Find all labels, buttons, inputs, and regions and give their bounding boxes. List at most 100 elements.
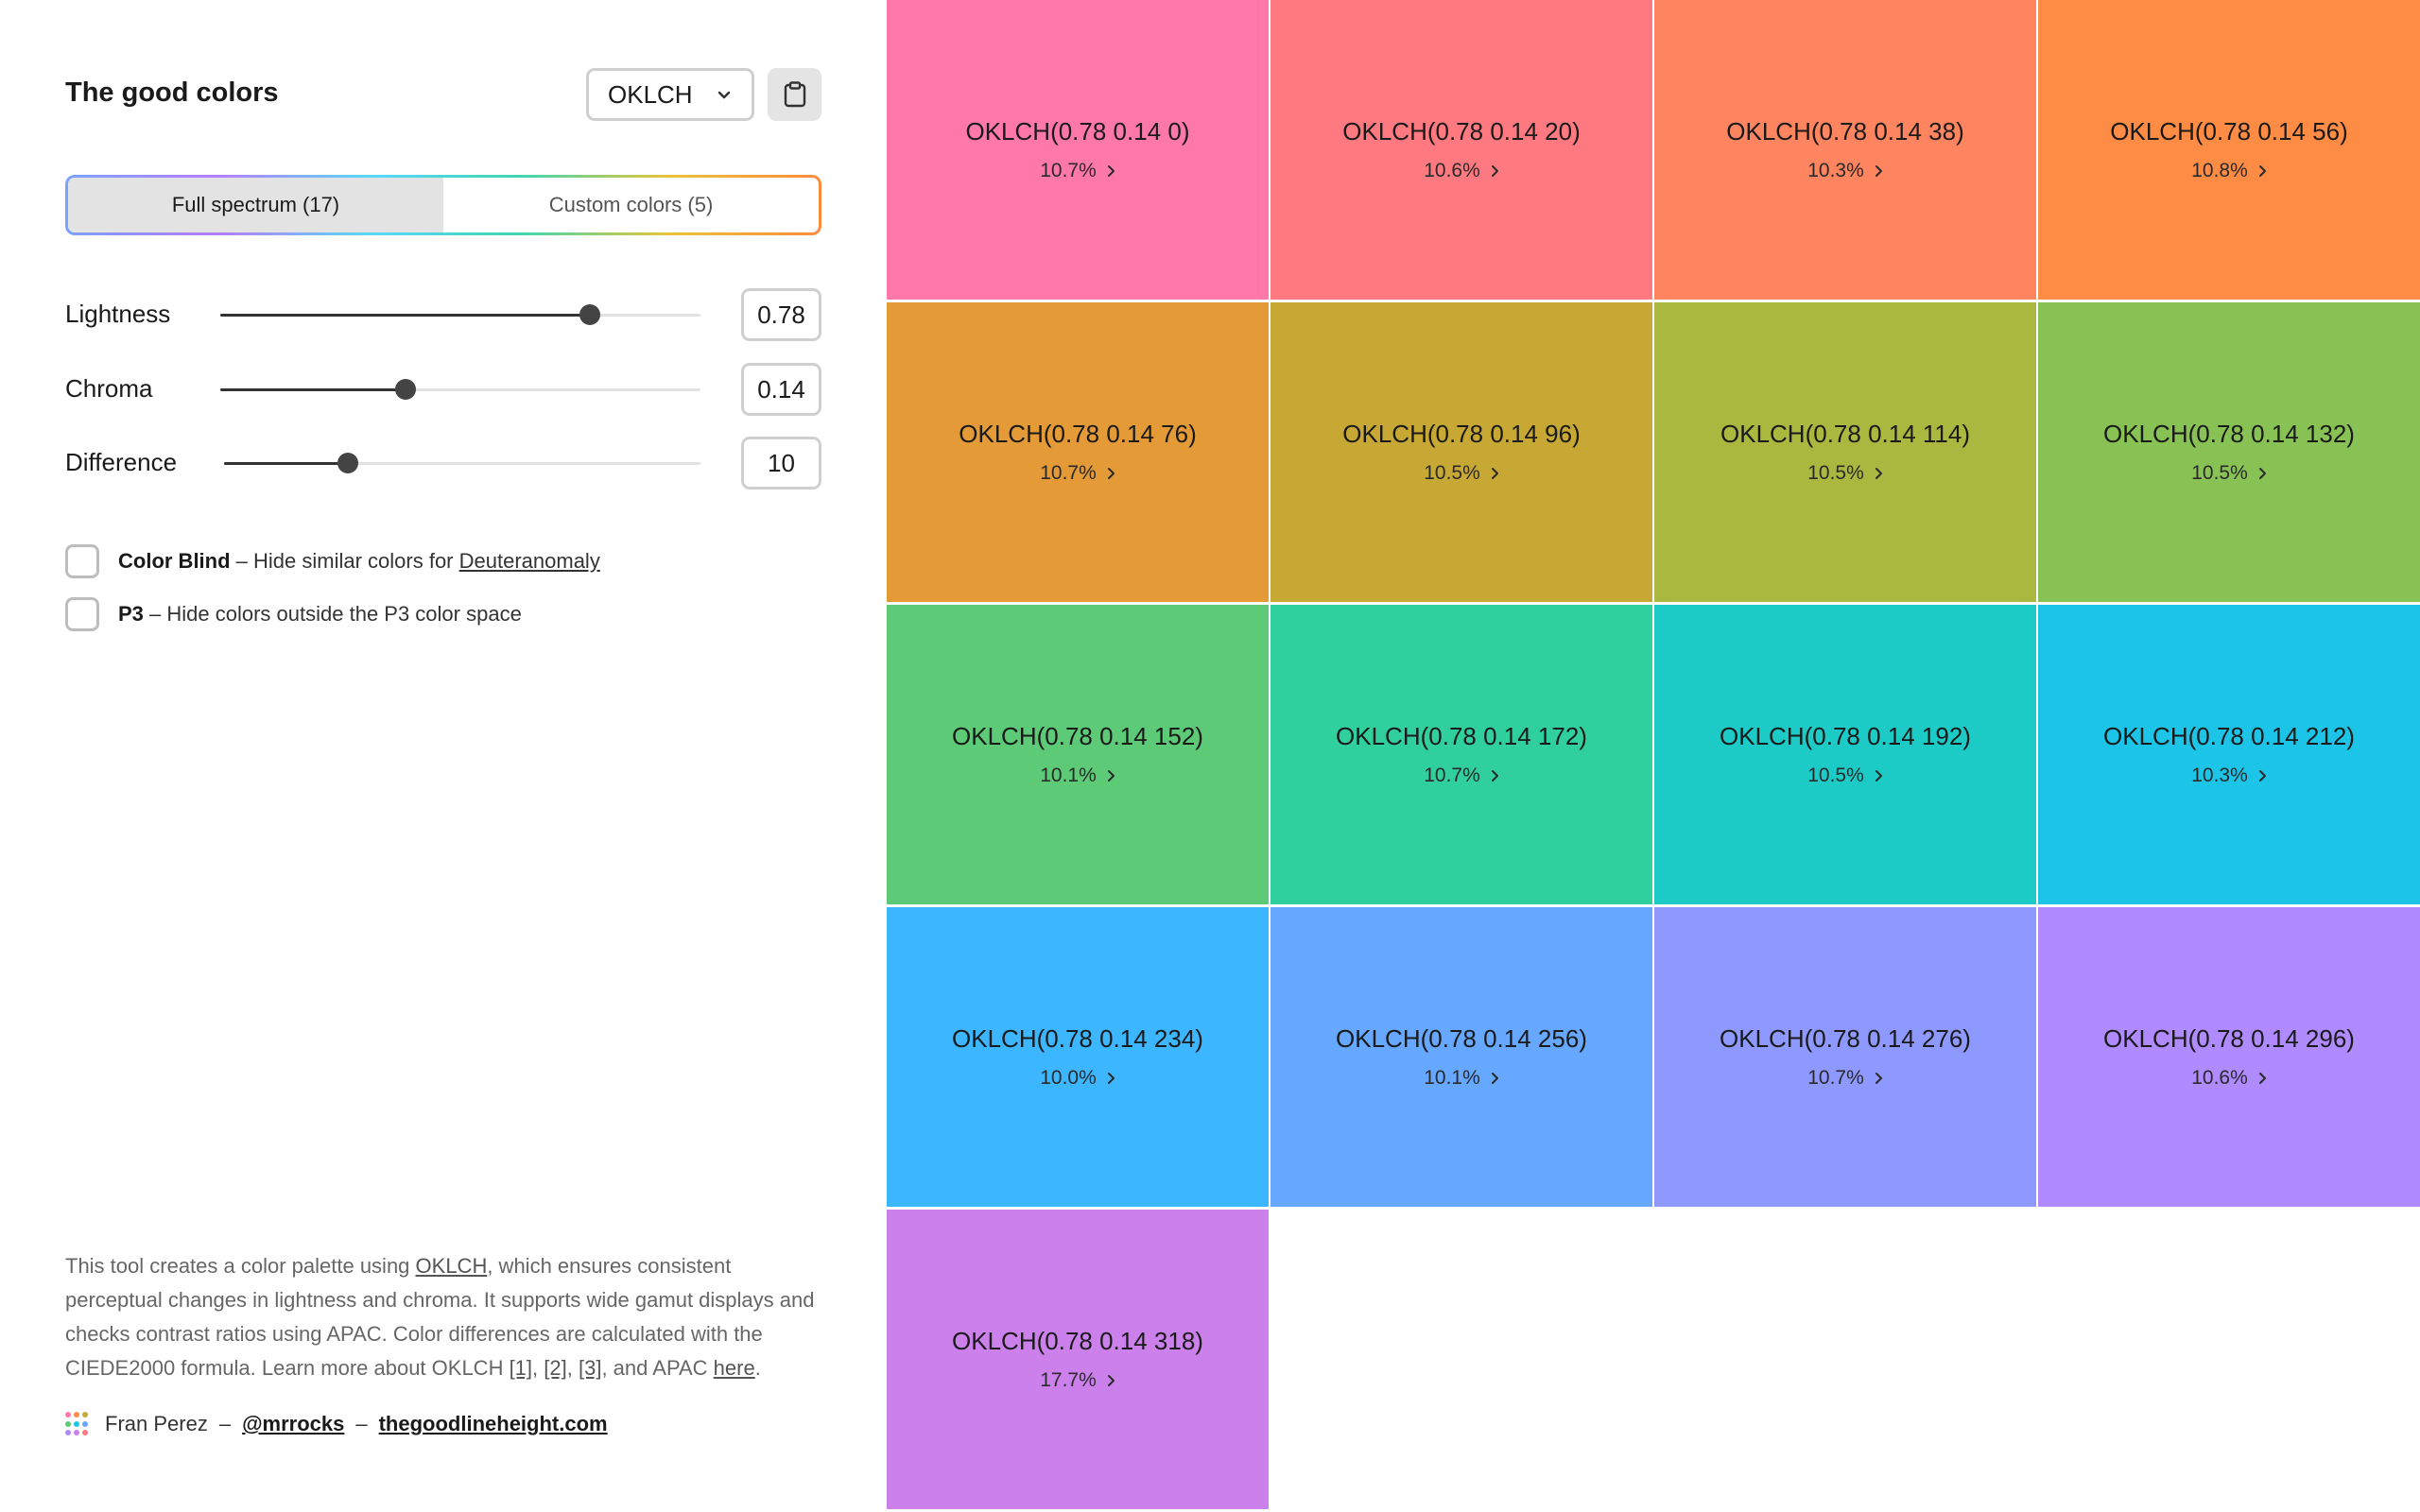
color-blind-checkbox[interactable]: [65, 544, 99, 578]
swatch-contrast-value: 10.6%: [1424, 160, 1480, 181]
oklch-link[interactable]: OKLCH: [416, 1254, 488, 1278]
difference-slider-fill: [224, 462, 349, 465]
swatch-contrast-link[interactable]: 10.7%: [1807, 1067, 1883, 1090]
color-swatch[interactable]: OKLCH(0.78 0.14 256) 10.1%: [1270, 907, 1652, 1207]
twitter-handle-link[interactable]: @mrrocks: [242, 1412, 344, 1436]
difference-slider[interactable]: [224, 453, 700, 473]
swatch-color-value[interactable]: OKLCH(0.78 0.14 296): [2103, 1024, 2355, 1054]
swatch-contrast-value: 10.7%: [1807, 1067, 1864, 1089]
swatch-color-value[interactable]: OKLCH(0.78 0.14 318): [952, 1327, 1203, 1356]
color-swatch[interactable]: OKLCH(0.78 0.14 20) 10.6%: [1270, 0, 1652, 300]
swatch-color-value[interactable]: OKLCH(0.78 0.14 114): [1720, 420, 1970, 449]
color-swatch[interactable]: OKLCH(0.78 0.14 96) 10.5%: [1270, 302, 1652, 602]
swatch-contrast-link[interactable]: 10.6%: [2191, 1067, 2267, 1090]
chevron-right-icon: [2258, 468, 2266, 479]
color-swatch[interactable]: OKLCH(0.78 0.14 152) 10.1%: [887, 605, 1269, 904]
chevron-right-icon: [1107, 165, 1115, 177]
swatch-color-value[interactable]: OKLCH(0.78 0.14 132): [2103, 420, 2355, 449]
reference-link-1[interactable]: [1]: [510, 1356, 532, 1380]
palette-dots-icon: [65, 1412, 90, 1436]
color-swatch[interactable]: OKLCH(0.78 0.14 132) 10.5%: [2038, 302, 2420, 602]
swatch-color-value[interactable]: OKLCH(0.78 0.14 256): [1336, 1024, 1587, 1054]
chevron-right-icon: [1491, 468, 1498, 479]
chroma-slider-thumb[interactable]: [394, 379, 416, 400]
swatch-contrast-value: 10.5%: [1807, 462, 1864, 484]
color-swatch[interactable]: OKLCH(0.78 0.14 172) 10.7%: [1270, 605, 1652, 904]
palette-tabs-inner: Full spectrum (17) Custom colors (5): [68, 178, 819, 232]
color-swatch[interactable]: OKLCH(0.78 0.14 318) 17.7%: [887, 1210, 1269, 1509]
swatch-contrast-link[interactable]: 10.7%: [1040, 160, 1115, 182]
swatch-contrast-link[interactable]: 10.1%: [1040, 765, 1115, 787]
swatch-color-value[interactable]: OKLCH(0.78 0.14 76): [959, 420, 1196, 449]
deuteranomaly-link[interactable]: Deuteranomaly: [459, 549, 600, 573]
swatch-color-value[interactable]: OKLCH(0.78 0.14 56): [2110, 117, 2347, 146]
p3-checkbox[interactable]: [65, 597, 99, 631]
reference-link-2[interactable]: [2]: [544, 1356, 566, 1380]
color-swatch[interactable]: OKLCH(0.78 0.14 114) 10.5%: [1654, 302, 2036, 602]
swatch-color-value[interactable]: OKLCH(0.78 0.14 38): [1726, 117, 1963, 146]
swatch-color-value[interactable]: OKLCH(0.78 0.14 234): [952, 1024, 1203, 1054]
color-swatch[interactable]: OKLCH(0.78 0.14 76) 10.7%: [887, 302, 1269, 602]
chevron-right-icon: [1107, 1073, 1115, 1084]
copy-palette-button[interactable]: [768, 68, 821, 121]
website-link[interactable]: thegoodlineheight.com: [379, 1412, 608, 1436]
chroma-input[interactable]: 0.14: [741, 363, 821, 416]
swatch-contrast-link[interactable]: 10.7%: [1424, 765, 1499, 787]
apac-link[interactable]: here: [714, 1356, 755, 1380]
lightness-control: Lightness 0.78: [65, 288, 821, 343]
swatch-contrast-link[interactable]: 17.7%: [1040, 1369, 1115, 1392]
swatch-contrast-link[interactable]: 10.5%: [1424, 462, 1499, 485]
color-swatch[interactable]: OKLCH(0.78 0.14 38) 10.3%: [1654, 0, 2036, 300]
lightness-slider-thumb[interactable]: [579, 304, 601, 325]
difference-slider-thumb[interactable]: [337, 453, 359, 473]
swatch-contrast-value: 10.7%: [1040, 462, 1097, 484]
chevron-down-icon: [717, 91, 731, 99]
lightness-input[interactable]: 0.78: [741, 288, 821, 341]
swatch-contrast-link[interactable]: 10.3%: [1807, 160, 1883, 182]
chevron-right-icon: [1491, 770, 1498, 782]
credits-separator: –: [218, 1412, 232, 1435]
swatch-color-value[interactable]: OKLCH(0.78 0.14 96): [1342, 420, 1580, 449]
swatch-color-value[interactable]: OKLCH(0.78 0.14 212): [2103, 722, 2355, 751]
swatch-contrast-link[interactable]: 10.8%: [2191, 160, 2267, 182]
swatch-contrast-link[interactable]: 10.5%: [2191, 462, 2267, 485]
difference-label: Difference: [65, 448, 178, 476]
swatch-contrast-value: 10.5%: [1807, 765, 1864, 786]
swatch-contrast-link[interactable]: 10.6%: [1424, 160, 1499, 182]
swatch-contrast-link[interactable]: 10.0%: [1040, 1067, 1115, 1090]
swatch-contrast-link[interactable]: 10.5%: [1807, 462, 1883, 485]
color-format-select[interactable]: OKLCH: [586, 68, 754, 121]
palette-tabs: Full spectrum (17) Custom colors (5): [65, 175, 821, 235]
reference-link-3[interactable]: [3]: [579, 1356, 601, 1380]
swatch-contrast-link[interactable]: 10.5%: [1807, 765, 1883, 787]
color-swatch[interactable]: OKLCH(0.78 0.14 276) 10.7%: [1654, 907, 2036, 1207]
difference-input[interactable]: 10: [741, 437, 821, 490]
color-blind-text: Color Blind – Hide similar colors for De…: [118, 549, 600, 574]
swatch-color-value[interactable]: OKLCH(0.78 0.14 172): [1336, 722, 1587, 751]
swatch-color-value[interactable]: OKLCH(0.78 0.14 0): [965, 117, 1189, 146]
color-swatch[interactable]: OKLCH(0.78 0.14 296) 10.6%: [2038, 907, 2420, 1207]
color-swatch[interactable]: OKLCH(0.78 0.14 192) 10.5%: [1654, 605, 2036, 904]
tab-custom-colors[interactable]: Custom colors (5): [443, 178, 819, 232]
color-swatch[interactable]: OKLCH(0.78 0.14 212) 10.3%: [2038, 605, 2420, 904]
color-swatch[interactable]: OKLCH(0.78 0.14 0) 10.7%: [887, 0, 1269, 300]
color-swatch[interactable]: OKLCH(0.78 0.14 56) 10.8%: [2038, 0, 2420, 300]
swatch-contrast-value: 10.1%: [1040, 765, 1097, 786]
swatch-contrast-link[interactable]: 10.7%: [1040, 462, 1115, 485]
swatch-contrast-value: 10.3%: [2191, 765, 2248, 786]
lightness-slider[interactable]: [220, 304, 700, 325]
chevron-right-icon: [1875, 468, 1882, 479]
swatch-color-value[interactable]: OKLCH(0.78 0.14 20): [1342, 117, 1580, 146]
swatch-color-value[interactable]: OKLCH(0.78 0.14 192): [1720, 722, 1971, 751]
color-swatch[interactable]: OKLCH(0.78 0.14 234) 10.0%: [887, 907, 1269, 1207]
app-title: The good colors: [65, 77, 279, 108]
swatch-contrast-link[interactable]: 10.1%: [1424, 1067, 1499, 1090]
chevron-right-icon: [2258, 770, 2266, 782]
chevron-right-icon: [1107, 770, 1115, 782]
tab-full-spectrum[interactable]: Full spectrum (17): [68, 178, 443, 232]
swatch-color-value[interactable]: OKLCH(0.78 0.14 152): [952, 722, 1203, 751]
swatch-color-value[interactable]: OKLCH(0.78 0.14 276): [1720, 1024, 1971, 1054]
chroma-label: Chroma: [65, 374, 153, 403]
swatch-contrast-link[interactable]: 10.3%: [2191, 765, 2267, 787]
chroma-slider[interactable]: [220, 379, 700, 400]
